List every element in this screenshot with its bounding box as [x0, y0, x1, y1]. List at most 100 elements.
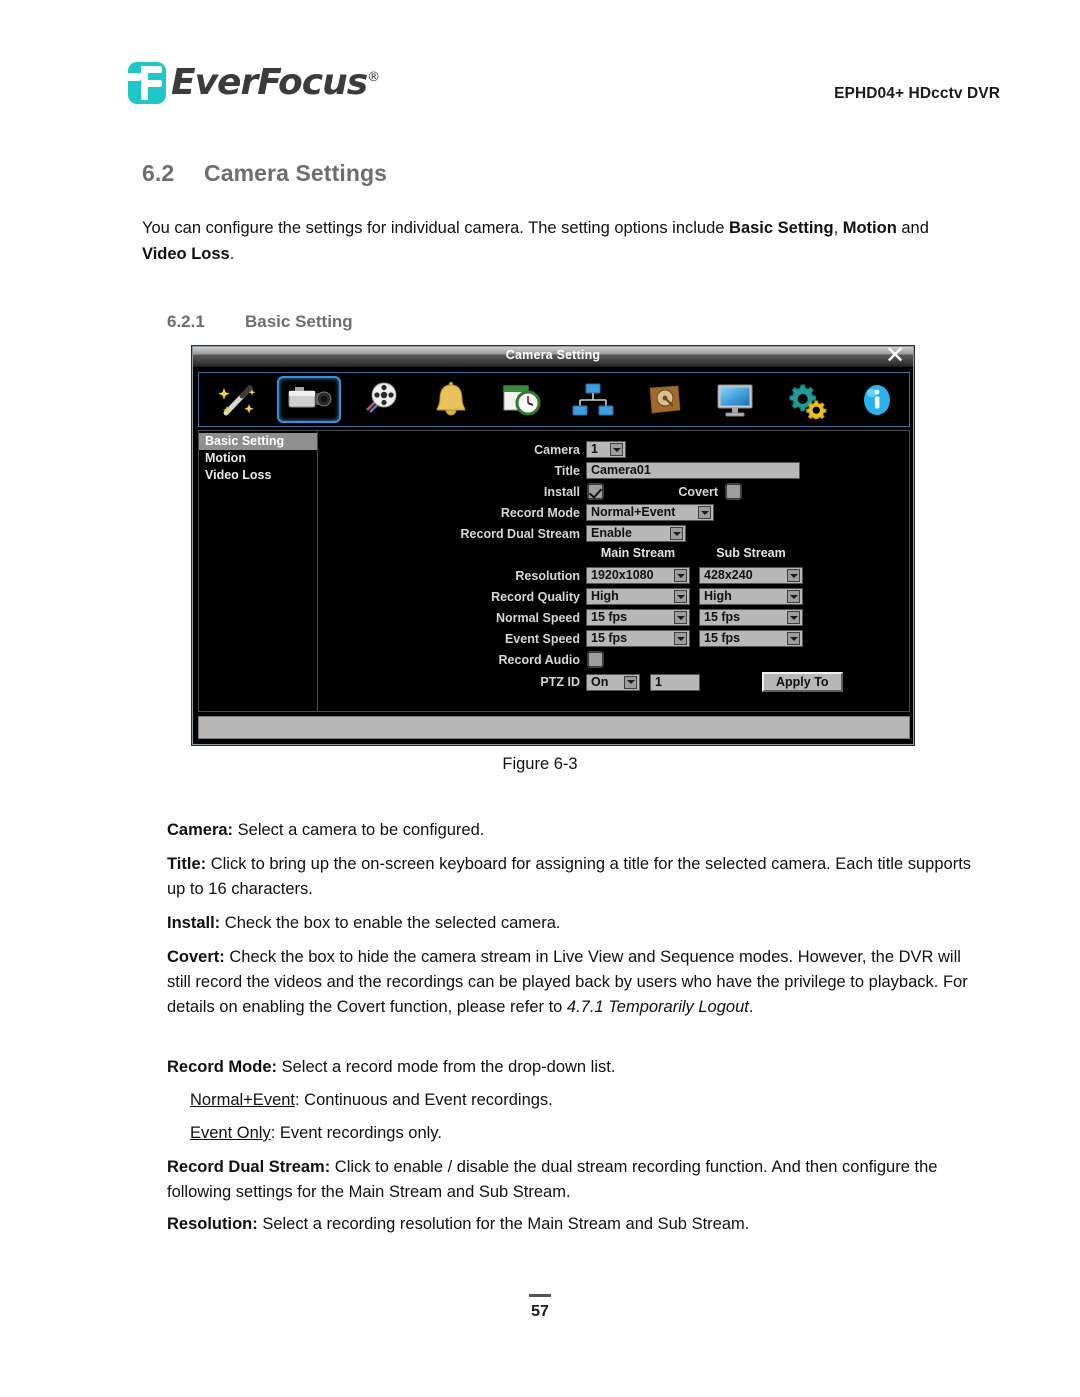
gears-icon[interactable] — [774, 376, 838, 423]
record-dual-stream-select[interactable]: Enable — [586, 525, 686, 542]
normal-speed-row: Normal Speed 15 fps 15 fps — [318, 609, 898, 626]
resolution-sub-value: 428x240 — [704, 568, 753, 582]
record-mode-select[interactable]: Normal+Event — [586, 504, 714, 521]
sidebar-item-basic-setting[interactable]: Basic Setting — [199, 433, 317, 450]
close-icon[interactable]: ✕ — [884, 344, 906, 368]
sidebar-item-motion[interactable]: Motion — [199, 450, 317, 467]
ptz-id-input[interactable]: 1 — [650, 673, 700, 691]
record-quality-label: Record Quality — [491, 589, 580, 604]
record-audio-label: Record Audio — [498, 652, 580, 667]
stream-headers-row: Main Stream Sub Stream — [318, 546, 878, 560]
bell-icon[interactable] — [419, 376, 483, 423]
section-number: 6.2 — [142, 160, 175, 186]
page-number: 57 — [531, 1303, 549, 1320]
record-quality-sub-select[interactable]: High — [699, 588, 803, 605]
dialog-title: Camera Setting — [505, 348, 601, 362]
event-speed-sub-value: 15 fps — [704, 631, 741, 645]
covert-checkbox[interactable] — [725, 483, 742, 500]
chevron-down-icon[interactable] — [787, 590, 800, 603]
dialog-sidebar: Basic Setting Motion Video Loss — [198, 430, 318, 712]
sidebar-item-video-loss[interactable]: Video Loss — [199, 467, 317, 484]
disk-icon[interactable] — [632, 376, 696, 423]
camera-select-value: 1 — [591, 442, 598, 456]
dialog-content: Camera 1 Title Camera01 Install Covert R… — [318, 430, 910, 712]
apply-to-button[interactable]: Apply To — [762, 672, 843, 692]
sub-stream-header: Sub Stream — [716, 546, 786, 560]
registered-mark: ® — [367, 70, 380, 85]
desc-camera: Camera: Select a camera to be configured… — [167, 821, 485, 839]
logo-text: EverFocus — [171, 62, 368, 103]
chevron-down-icon[interactable] — [674, 632, 687, 645]
event-speed-label: Event Speed — [504, 631, 580, 646]
monitor-icon[interactable] — [703, 376, 767, 423]
ptz-id-label: PTZ ID — [540, 675, 580, 689]
record-mode-label: Record Mode — [500, 505, 580, 520]
dialog-body: Basic Setting Motion Video Loss Camera 1… — [198, 430, 910, 712]
event-speed-sub-select[interactable]: 15 fps — [699, 630, 803, 647]
event-speed-row: Event Speed 15 fps 15 fps — [318, 630, 898, 647]
desc-record-dual-stream: Record Dual Stream: Click to enable / di… — [167, 1158, 938, 1201]
event-speed-main-select[interactable]: 15 fps — [586, 630, 690, 647]
film-reel-icon[interactable] — [348, 376, 412, 423]
camera-row: Camera 1 — [318, 441, 662, 458]
title-row: Title Camera01 — [318, 462, 878, 479]
info-icon[interactable] — [845, 376, 909, 423]
normal-speed-sub-select[interactable]: 15 fps — [699, 609, 803, 626]
dialog-toolbar — [198, 372, 910, 427]
page-header: EverFocus® EPHD04+ HDcctv DVR — [0, 0, 1080, 130]
figure-caption: Figure 6-3 — [502, 755, 578, 773]
dialog-footer-bar — [198, 716, 910, 739]
install-label: Install — [543, 484, 580, 499]
section-heading: 6.2 Camera Settings — [142, 160, 387, 187]
schedule-clock-icon[interactable] — [490, 376, 554, 423]
record-mode-row: Record Mode Normal+Event — [318, 504, 738, 521]
title-input[interactable]: Camera01 — [586, 462, 800, 479]
camera-select[interactable]: 1 — [586, 441, 626, 458]
chevron-down-icon[interactable] — [610, 443, 623, 456]
desc-title: Title: Click to bring up the on-screen k… — [167, 855, 972, 898]
desc-install: Install: Check the box to enable the sel… — [167, 914, 561, 932]
normal-speed-main-value: 15 fps — [591, 610, 628, 624]
chevron-down-icon[interactable] — [787, 632, 800, 645]
title-label: Title — [554, 463, 580, 478]
record-quality-main-value: High — [591, 589, 619, 603]
install-checkbox[interactable] — [587, 483, 604, 500]
covert-label: Covert — [678, 484, 718, 499]
resolution-sub-select[interactable]: 428x240 — [699, 567, 803, 584]
everfocus-logo: EverFocus® — [128, 62, 380, 104]
chevron-down-icon[interactable] — [670, 527, 683, 540]
chevron-down-icon[interactable] — [698, 506, 711, 519]
chevron-down-icon[interactable] — [674, 569, 687, 582]
camera-setting-dialog: Camera Setting ✕ Basic Setting Motion Vi… — [192, 344, 914, 745]
ptz-id-row: PTZ ID On 1 Apply To — [318, 672, 918, 692]
camera-icon[interactable] — [277, 376, 342, 423]
resolution-main-select[interactable]: 1920x1080 — [586, 567, 690, 584]
record-audio-checkbox[interactable] — [587, 651, 604, 668]
record-quality-main-select[interactable]: High — [586, 588, 690, 605]
chevron-down-icon[interactable] — [787, 569, 800, 582]
record-dual-stream-value: Enable — [591, 526, 632, 540]
resolution-row: Resolution 1920x1080 428x240 — [318, 567, 898, 584]
ptz-id-toggle-value: On — [591, 674, 609, 689]
section-title: Camera Settings — [204, 160, 388, 186]
desc-resolution: Resolution: Select a recording resolutio… — [167, 1215, 750, 1233]
ptz-id-input-value: 1 — [655, 674, 662, 689]
normal-speed-sub-value: 15 fps — [704, 610, 741, 624]
logo-wordmark: EverFocus® — [171, 62, 380, 103]
wizard-icon[interactable] — [206, 376, 270, 423]
section-intro: You can configure the settings for indiv… — [142, 219, 929, 263]
chevron-down-icon[interactable] — [674, 611, 687, 624]
record-quality-row: Record Quality High High — [318, 588, 898, 605]
install-covert-row: Install Covert — [318, 483, 798, 500]
subsection-number: 6.2.1 — [167, 312, 205, 331]
chevron-down-icon[interactable] — [787, 611, 800, 624]
chevron-down-icon[interactable] — [624, 675, 637, 689]
network-icon[interactable] — [561, 376, 625, 423]
desc-normal-event: Normal+Event: Continuous and Event recor… — [190, 1091, 553, 1109]
chevron-down-icon[interactable] — [674, 590, 687, 603]
normal-speed-main-select[interactable]: 15 fps — [586, 609, 690, 626]
ptz-id-toggle-select[interactable]: On — [586, 673, 640, 691]
subsection-title: Basic Setting — [245, 312, 353, 331]
record-mode-value: Normal+Event — [591, 505, 676, 519]
page-number-rule — [529, 1294, 551, 1297]
